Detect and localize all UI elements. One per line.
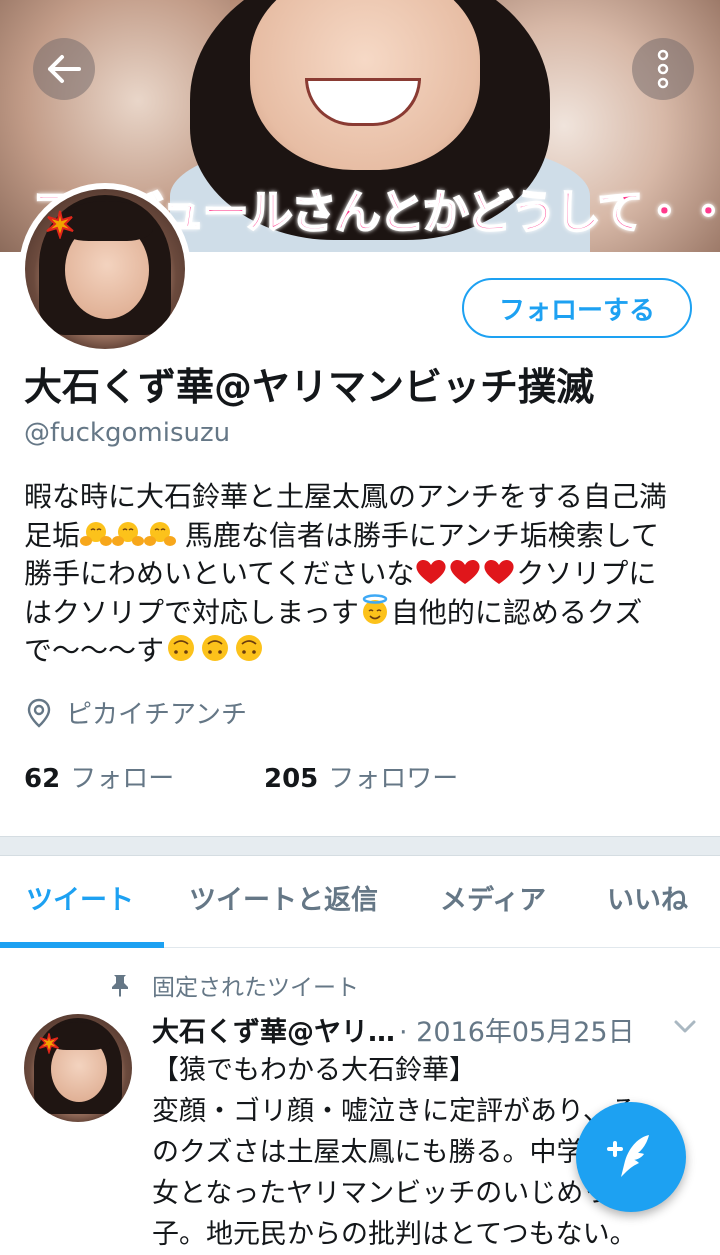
bio-text: 暇な時に大石鈴華と土屋太鳳のアンチをする自己満	[24, 480, 667, 513]
bio-text: 勝手にわめいといてくださいな	[24, 557, 415, 590]
upside-down-face-icon	[236, 635, 263, 661]
pinned-label: 固定されたツイート	[152, 975, 359, 1001]
compose-tweet-button[interactable]	[576, 1102, 686, 1212]
upside-down-face-icon	[168, 635, 195, 661]
more-vertical-icon	[657, 49, 669, 89]
tab-media[interactable]: メディア	[440, 855, 546, 947]
followers-count: 205	[264, 764, 319, 794]
tweet-author-name[interactable]: 大石くず華@ヤリ…	[152, 1010, 395, 1049]
tab-likes[interactable]: いいね	[607, 855, 688, 947]
pin-icon	[112, 975, 128, 997]
smiling-face-with-halo-icon	[362, 593, 388, 624]
compose-tweet-icon	[607, 1135, 649, 1177]
pinned-indicator: 固定されたツイート	[110, 968, 359, 1002]
chevron-down-icon[interactable]	[672, 1016, 698, 1036]
back-button[interactable]	[33, 38, 95, 100]
profile-avatar[interactable]	[19, 183, 191, 355]
active-tab-indicator	[0, 942, 164, 948]
bio-text: 馬鹿な信者は勝手にアンチ垢検索して	[176, 518, 659, 552]
heart-icon	[450, 559, 480, 584]
hugging-face-icon	[80, 521, 113, 546]
followers-label: フォロワー	[328, 764, 459, 794]
hugging-face-icon	[144, 521, 177, 546]
location-pin-icon	[27, 698, 51, 728]
bio-text: 自他的に認めるクズ	[390, 595, 643, 629]
profile-handle: @fuckgomisuzu	[24, 418, 231, 448]
heart-icon	[484, 559, 514, 584]
tab-tweets-and-replies[interactable]: ツイートと返信	[189, 855, 378, 947]
profile-name: 大石くず華@ヤリマンビッチ撲滅	[24, 365, 595, 409]
bio-text: 足垢	[24, 518, 81, 552]
following-count: 62	[24, 764, 61, 794]
back-arrow-icon	[48, 55, 81, 83]
tweet-line: 【猿でもわかる大石鈴華】	[152, 1055, 476, 1086]
more-options-button[interactable]	[632, 38, 694, 100]
follow-counts: 62 フォロー 205 フォロワー	[24, 758, 458, 795]
hugging-face-icon	[112, 521, 145, 546]
location-text: ピカイチアンチ	[66, 700, 247, 730]
bio-text: はクソリプで対応しまっす	[24, 595, 359, 629]
heart-icon	[416, 559, 446, 584]
following-label: フォロー	[70, 764, 175, 794]
tweet-author-avatar[interactable]	[24, 1014, 132, 1122]
bio-text: クソリプに	[516, 557, 657, 590]
tweet-date[interactable]: · 2016年05月25日	[399, 1010, 635, 1049]
profile-bio: 暇な時に大石鈴華と土屋太鳳のアンチをする自己満 足垢 馬鹿な信者は勝手にアンチ垢…	[24, 478, 704, 671]
tweet-header: 大石くず華@ヤリ… · 2016年05月25日	[152, 1010, 692, 1049]
upside-down-face-icon	[202, 635, 229, 661]
profile-location: ピカイチアンチ	[26, 694, 247, 731]
section-divider	[0, 836, 720, 856]
anger-mark-icon	[38, 1033, 60, 1054]
follow-button[interactable]: フォローする	[462, 278, 692, 338]
anger-mark-icon	[46, 210, 74, 239]
tab-tweets[interactable]: ツイート	[26, 855, 134, 947]
followers-count-link[interactable]: 205 フォロワー	[264, 758, 458, 795]
profile-tabs: ツイート ツイートと返信 メディア いいね	[0, 855, 720, 948]
avatar-image	[25, 189, 185, 349]
bio-text: で〜〜〜す	[24, 634, 165, 667]
tweet-line: 子。地元民からの批判はとてつもない。	[152, 1219, 637, 1250]
following-count-link[interactable]: 62 フォロー	[24, 758, 264, 795]
